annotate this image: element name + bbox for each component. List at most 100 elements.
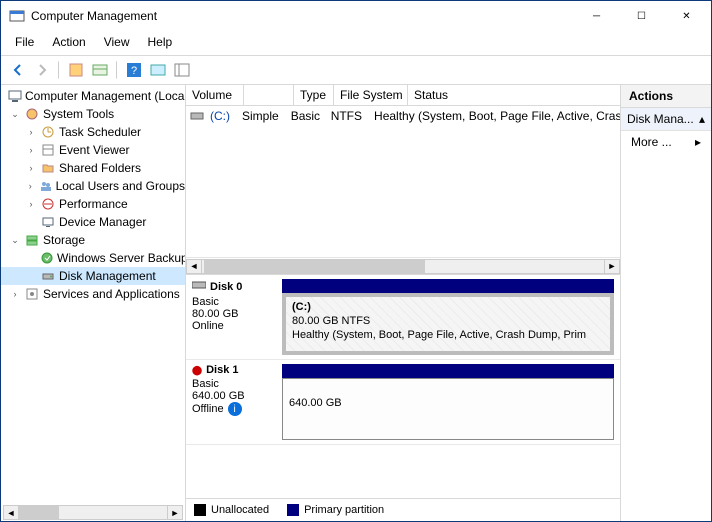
swatch-unallocated: [194, 504, 206, 516]
tree-storage[interactable]: ⌄ Storage: [1, 231, 185, 249]
scroll-left-icon[interactable]: ◄: [186, 259, 202, 274]
disk-row-1[interactable]: ⬤Disk 1 Basic 640.00 GB Offline i 640.00…: [186, 360, 620, 445]
disk-graphic[interactable]: 640.00 GB: [282, 364, 614, 440]
actions-category[interactable]: Disk Mana... ▴: [621, 108, 711, 131]
col-volume[interactable]: Volume: [186, 85, 244, 105]
actions-more-label: More ...: [631, 135, 672, 149]
tree-label: Event Viewer: [59, 143, 129, 157]
volume-icon: [190, 108, 204, 124]
titlebar: Computer Management ─ ☐ ✕: [1, 1, 711, 31]
volume-row[interactable]: (C:) Simple Basic NTFS Healthy (System, …: [186, 106, 620, 126]
expand-icon[interactable]: ›: [25, 144, 37, 156]
toolbar-sep: [116, 61, 118, 79]
scroll-track[interactable]: [19, 505, 167, 520]
disk-kind: Basic: [192, 378, 276, 390]
actions-more[interactable]: More ... ▸: [621, 131, 711, 153]
disk-icon: [192, 279, 206, 294]
menu-file[interactable]: File: [7, 33, 42, 51]
partition-box[interactable]: (C:) 80.00 GB NTFS Healthy (System, Boot…: [282, 293, 614, 355]
scroll-track[interactable]: [202, 259, 604, 274]
disk-area: Disk 0 Basic 80.00 GB Online (C:) 80.00 …: [186, 275, 620, 498]
toolbar-sep: [58, 61, 60, 79]
actions-category-label: Disk Mana...: [627, 112, 694, 126]
minimize-button[interactable]: ─: [574, 2, 619, 30]
scroll-right-icon[interactable]: ►: [167, 505, 183, 520]
expand-icon[interactable]: ›: [25, 180, 36, 192]
disk-size: 640.00 GB: [192, 390, 276, 402]
col-layout[interactable]: [244, 85, 294, 105]
tree-label: Shared Folders: [59, 161, 141, 175]
tree-windows-backup[interactable]: Windows Server Backup: [1, 249, 185, 267]
perf-icon: [40, 196, 56, 212]
menu-action[interactable]: Action: [44, 33, 93, 51]
expand-icon[interactable]: ⌄: [9, 108, 21, 120]
col-type[interactable]: Type: [294, 85, 334, 105]
disk-size: 80.00 GB: [192, 308, 276, 320]
device-icon: [40, 214, 56, 230]
toolbar-icon-2[interactable]: [89, 59, 111, 81]
tree-label: Services and Applications: [43, 287, 180, 301]
tree-local-users[interactable]: › Local Users and Groups: [1, 177, 185, 195]
partition-header: [282, 364, 614, 378]
menu-help[interactable]: Help: [140, 33, 181, 51]
tree-scrollbar[interactable]: ◄ ►: [1, 504, 185, 521]
help-button[interactable]: ?: [123, 59, 145, 81]
tree-disk-management[interactable]: Disk Management: [1, 267, 185, 285]
col-status[interactable]: Status: [408, 85, 620, 105]
tree-performance[interactable]: › Performance: [1, 195, 185, 213]
computer-icon: [8, 88, 22, 104]
cell-status: Healthy (System, Boot, Page File, Active…: [368, 109, 620, 123]
disk-row-0[interactable]: Disk 0 Basic 80.00 GB Online (C:) 80.00 …: [186, 275, 620, 360]
volume-scrollbar[interactable]: ◄ ►: [186, 257, 620, 274]
tree-shared-folders[interactable]: › Shared Folders: [1, 159, 185, 177]
event-icon: [40, 142, 56, 158]
disk-icon: [40, 268, 56, 284]
tree-task-scheduler[interactable]: › Task Scheduler: [1, 123, 185, 141]
toolbar-icon-1[interactable]: [65, 59, 87, 81]
tree-system-tools[interactable]: ⌄ System Tools: [1, 105, 185, 123]
disk-name: Disk 0: [210, 281, 242, 293]
expand-icon[interactable]: ›: [25, 126, 37, 138]
scroll-left-icon[interactable]: ◄: [3, 505, 19, 520]
expand-icon[interactable]: ⌄: [9, 234, 21, 246]
disk-graphic[interactable]: (C:) 80.00 GB NTFS Healthy (System, Boot…: [282, 279, 614, 355]
maximize-button[interactable]: ☐: [619, 2, 664, 30]
expand-icon[interactable]: ›: [25, 162, 37, 174]
partition-detail: 80.00 GB NTFS: [292, 315, 370, 327]
disk-kind: Basic: [192, 296, 276, 308]
tree-label: Local Users and Groups: [56, 179, 185, 193]
col-fs[interactable]: File System: [334, 85, 408, 105]
expand-icon[interactable]: ›: [9, 288, 21, 300]
back-button[interactable]: [7, 59, 29, 81]
toolbar: ?: [1, 56, 711, 85]
disk-info: ⬤Disk 1 Basic 640.00 GB Offline i: [192, 364, 282, 440]
forward-button[interactable]: [31, 59, 53, 81]
tree-event-viewer[interactable]: › Event Viewer: [1, 141, 185, 159]
close-button[interactable]: ✕: [664, 2, 709, 30]
storage-icon: [24, 232, 40, 248]
menu-view[interactable]: View: [96, 33, 138, 51]
tree-root[interactable]: Computer Management (Local: [1, 87, 185, 105]
toolbar-icon-3[interactable]: [147, 59, 169, 81]
volume-headers: Volume Type File System Status: [186, 85, 620, 106]
disk-error-icon: ⬤: [192, 365, 202, 376]
cell-layout: Simple: [236, 109, 285, 123]
info-icon[interactable]: i: [228, 402, 242, 416]
disk-name: Disk 1: [206, 364, 238, 376]
tree-services-apps[interactable]: › Services and Applications: [1, 285, 185, 303]
scroll-thumb[interactable]: [204, 260, 425, 273]
menubar: File Action View Help: [1, 31, 711, 56]
partition-box[interactable]: 640.00 GB: [282, 378, 614, 440]
scroll-thumb[interactable]: [19, 506, 59, 519]
toolbar-icon-4[interactable]: [171, 59, 193, 81]
partition-detail: 640.00 GB: [289, 397, 342, 409]
expand-icon[interactable]: ›: [25, 198, 37, 210]
tools-icon: [24, 106, 40, 122]
tree-device-manager[interactable]: Device Manager: [1, 213, 185, 231]
volume-table: Volume Type File System Status (C:) Simp…: [186, 85, 620, 275]
collapse-icon[interactable]: ▴: [699, 112, 705, 126]
legend-unallocated: Unallocated: [211, 504, 269, 516]
scroll-right-icon[interactable]: ►: [604, 259, 620, 274]
chevron-right-icon: ▸: [695, 135, 701, 149]
legend-primary: Primary partition: [304, 504, 384, 516]
